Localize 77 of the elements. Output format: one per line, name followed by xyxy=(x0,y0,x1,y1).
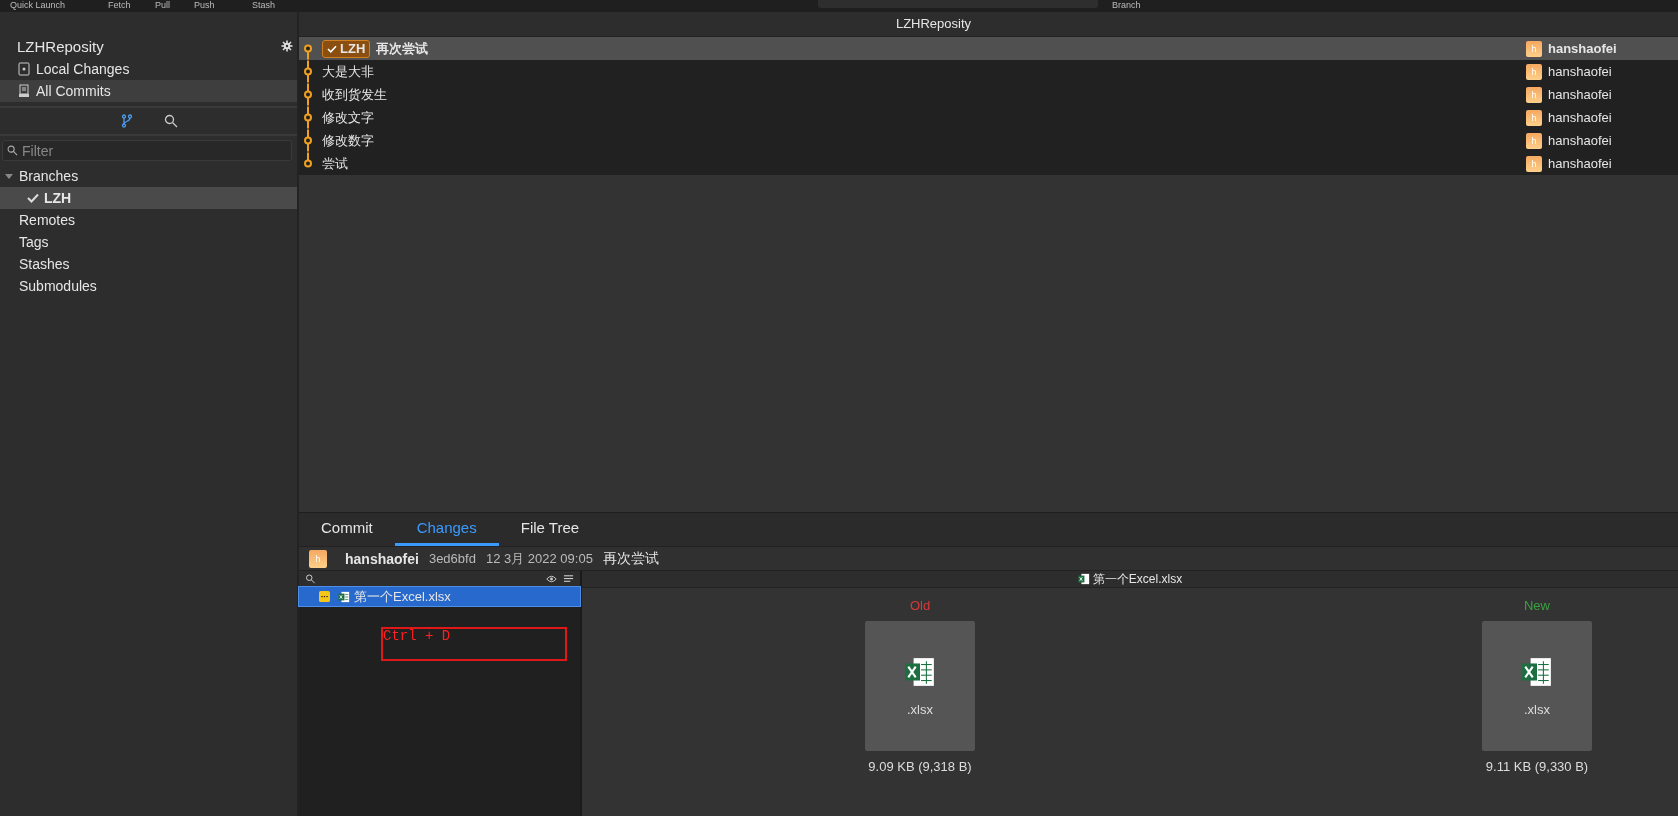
file-size: 9.11 KB (9,330 B) xyxy=(1485,759,1589,774)
spreadsheet-icon xyxy=(1077,573,1090,585)
branch-icon[interactable] xyxy=(119,114,134,128)
toolbar-button[interactable]: Branch xyxy=(1112,1,1141,10)
commit-row[interactable]: 修改数字 h hanshaofei xyxy=(299,129,1678,152)
branch-item[interactable]: LZH xyxy=(0,187,297,209)
commit-author: hanshaofei xyxy=(345,550,419,567)
expand-icon[interactable] xyxy=(5,174,13,179)
graph-node-icon xyxy=(303,60,313,83)
search-icon[interactable] xyxy=(163,114,178,128)
commit-message: 大是大非 xyxy=(322,62,375,81)
file-row[interactable]: 第一个Excel.xlsx xyxy=(299,587,580,606)
list-icon[interactable] xyxy=(563,574,574,584)
avatar: h xyxy=(1526,155,1542,172)
spreadsheet-icon xyxy=(904,655,936,688)
commit-date: 12 3月 2022 09:05 xyxy=(485,549,593,568)
graph-node-icon xyxy=(303,106,313,129)
toolbar-button[interactable]: Quick Launch xyxy=(10,1,66,10)
spreadsheet-icon xyxy=(338,590,350,603)
commit-row[interactable]: LZH 再次尝试 h hanshaofei xyxy=(299,37,1678,60)
search-icon[interactable] xyxy=(305,574,316,584)
avatar: h xyxy=(1526,132,1542,149)
tree-item[interactable]: Submodules xyxy=(0,275,297,297)
commit-author: hanshaofei xyxy=(1548,41,1618,56)
commit-message: 修改数字 xyxy=(322,131,375,150)
commit-message: 再次尝试 xyxy=(376,39,430,58)
toolbar-button[interactable]: Push xyxy=(194,1,215,10)
commit-row[interactable]: 收到货发生 h hanshaofei xyxy=(299,83,1678,106)
file-size: 9.09 KB (9,318 B) xyxy=(868,759,972,774)
avatar: h xyxy=(1526,63,1542,80)
graph-node-icon xyxy=(303,83,313,106)
commit-message: 修改文字 xyxy=(322,108,375,127)
toolbar-button[interactable]: Fetch xyxy=(108,1,131,10)
annotation-box: Ctrl + D xyxy=(381,627,567,661)
tab[interactable]: Commit xyxy=(299,513,395,546)
toolbar-button[interactable]: Stash xyxy=(252,1,275,10)
commit-row[interactable]: 大是大非 h hanshaofei xyxy=(299,60,1678,83)
toolbar-button[interactable]: Pull xyxy=(155,1,170,10)
window-title: LZHReposity xyxy=(299,12,1678,37)
sidebar-item[interactable]: All Commits xyxy=(0,80,297,102)
commit-message: 收到货发生 xyxy=(322,85,388,104)
tree-item[interactable]: Remotes xyxy=(0,209,297,231)
modified-icon xyxy=(319,591,330,602)
graph-node-icon xyxy=(303,129,313,152)
spreadsheet-icon xyxy=(1521,655,1553,688)
commit-author: hanshaofei xyxy=(1548,133,1613,148)
file-preview: .xlsx xyxy=(865,621,975,751)
commit-author: hanshaofei xyxy=(1548,87,1613,102)
commit-author: hanshaofei xyxy=(1548,110,1613,125)
avatar: h xyxy=(1526,40,1542,57)
commit-message: 再次尝试 xyxy=(602,549,659,568)
commit-hash: 3ed6bfd xyxy=(428,551,476,566)
commit-author: hanshaofei xyxy=(1548,64,1613,79)
filter-field[interactable]: Filter xyxy=(2,140,292,161)
inbox-icon xyxy=(18,84,30,98)
file-preview: .xlsx xyxy=(1482,621,1592,751)
avatar: h xyxy=(1526,109,1542,126)
commit-row[interactable]: 尝试 h hanshaofei xyxy=(299,152,1678,175)
version-label: Old xyxy=(909,598,931,613)
avatar: h xyxy=(309,549,327,568)
branch-tag: LZH xyxy=(322,39,371,58)
version-label: New xyxy=(1524,598,1550,613)
document-icon xyxy=(18,62,30,76)
repository-name: LZHReposity xyxy=(17,37,105,55)
commit-author: hanshaofei xyxy=(1548,156,1613,171)
tab[interactable]: File Tree xyxy=(498,513,602,546)
check-icon xyxy=(327,44,337,53)
settings-icon[interactable] xyxy=(281,40,293,52)
tree-item[interactable]: Branches xyxy=(0,165,297,187)
commit-row[interactable]: 修改文字 h hanshaofei xyxy=(299,106,1678,129)
tree-item[interactable]: Stashes xyxy=(0,253,297,275)
tree-item[interactable]: Tags xyxy=(0,231,297,253)
commit-message: 尝试 xyxy=(322,154,349,173)
sidebar-item[interactable]: Local Changes xyxy=(0,58,297,80)
file-name: 第一个Excel.xlsx xyxy=(1092,570,1183,588)
eye-icon[interactable] xyxy=(546,574,557,584)
avatar: h xyxy=(1526,86,1542,103)
